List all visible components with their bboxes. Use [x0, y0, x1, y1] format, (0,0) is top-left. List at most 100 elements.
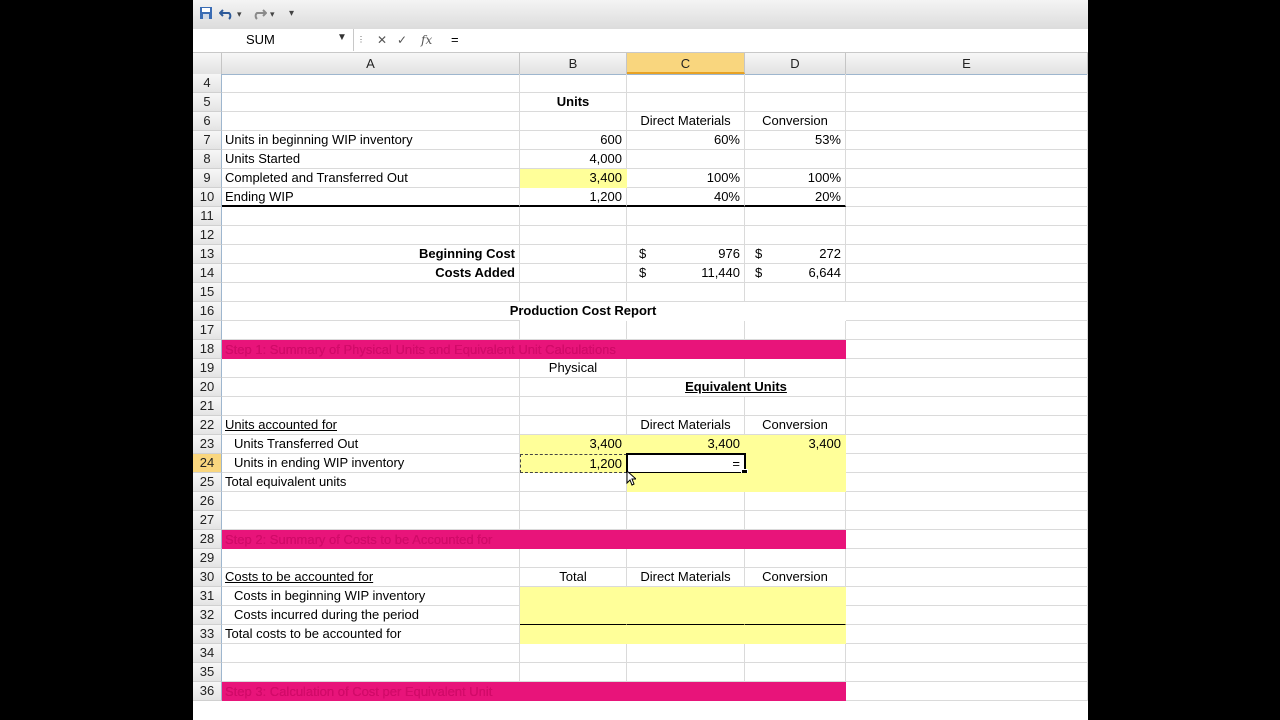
cell[interactable] — [520, 511, 627, 530]
row-header[interactable]: 26 — [193, 492, 222, 511]
cell[interactable] — [520, 606, 627, 625]
cell[interactable] — [745, 150, 846, 169]
cell[interactable] — [846, 587, 1088, 606]
cell[interactable] — [846, 340, 1088, 359]
cell[interactable] — [627, 359, 745, 378]
row-label[interactable]: Beginning Cost — [222, 245, 520, 264]
cell[interactable] — [222, 112, 520, 131]
row-header[interactable]: 23 — [193, 435, 222, 454]
row-label[interactable]: Units in beginning WIP inventory — [222, 131, 520, 150]
cell[interactable] — [846, 378, 1088, 397]
insert-function-icon[interactable]: fx — [421, 31, 432, 49]
row-label[interactable]: Ending WIP — [222, 188, 520, 207]
cell[interactable] — [627, 226, 745, 245]
direct-materials-header[interactable]: Direct Materials — [627, 112, 745, 131]
cell[interactable] — [222, 93, 520, 112]
cell[interactable] — [627, 511, 745, 530]
row-header[interactable]: 22 — [193, 416, 222, 435]
row-header[interactable]: 11 — [193, 207, 222, 226]
cell[interactable] — [846, 321, 1088, 340]
cell[interactable] — [222, 397, 520, 416]
cell-value[interactable]: 53% — [745, 131, 846, 150]
cell[interactable] — [627, 150, 745, 169]
name-box-value[interactable]: SUM — [246, 32, 275, 47]
equivalent-units-header[interactable]: Equivalent Units — [627, 378, 846, 397]
cell[interactable] — [745, 321, 846, 340]
cell[interactable] — [846, 245, 1088, 264]
select-all-corner[interactable] — [193, 53, 222, 74]
cell[interactable] — [520, 549, 627, 568]
cell[interactable] — [745, 397, 846, 416]
resize-handle-icon[interactable]: ⋮ — [357, 31, 365, 49]
conversion-header[interactable]: Conversion — [745, 568, 846, 587]
column-header-b[interactable]: B — [520, 53, 627, 74]
cell[interactable] — [846, 302, 1088, 321]
row-header[interactable]: 21 — [193, 397, 222, 416]
cell[interactable] — [627, 283, 745, 302]
row-header[interactable]: 31 — [193, 587, 222, 606]
physical-header[interactable]: Physical — [520, 359, 627, 378]
cell[interactable] — [627, 74, 745, 93]
cell[interactable] — [520, 226, 627, 245]
cell[interactable] — [520, 74, 627, 93]
cell[interactable] — [627, 587, 745, 606]
cell[interactable] — [222, 359, 520, 378]
cell[interactable] — [846, 74, 1088, 93]
cell-value[interactable]: 40% — [627, 188, 745, 207]
cell[interactable] — [745, 663, 846, 682]
cancel-icon[interactable]: ✕ — [377, 31, 387, 49]
cell[interactable] — [627, 397, 745, 416]
cell[interactable] — [745, 473, 846, 492]
cell[interactable] — [846, 416, 1088, 435]
row-label[interactable]: Units Transferred Out — [222, 435, 520, 454]
cell[interactable] — [846, 131, 1088, 150]
row-header[interactable]: 25 — [193, 473, 222, 492]
cell[interactable] — [520, 283, 627, 302]
cell-value[interactable]: 20% — [745, 188, 846, 207]
row-label[interactable]: Costs in beginning WIP inventory — [222, 587, 520, 606]
cell[interactable] — [520, 587, 627, 606]
cell[interactable] — [222, 511, 520, 530]
cell[interactable] — [846, 530, 1088, 549]
cell-value[interactable]: 100% — [627, 169, 745, 188]
row-label[interactable]: Units Started — [222, 150, 520, 169]
row-header[interactable]: 17 — [193, 321, 222, 340]
cell[interactable] — [222, 378, 520, 397]
cell[interactable] — [627, 549, 745, 568]
row-header-selected[interactable]: 24 — [193, 454, 222, 473]
cell[interactable] — [520, 245, 627, 264]
cell[interactable] — [745, 625, 846, 644]
row-header[interactable]: 28 — [193, 530, 222, 549]
cell-value[interactable]: 1,200 — [520, 454, 627, 473]
cell[interactable] — [745, 454, 846, 473]
cell[interactable] — [520, 397, 627, 416]
cell[interactable] — [745, 587, 846, 606]
cell[interactable] — [846, 264, 1088, 283]
currency-cell[interactable]: $6,644 — [745, 264, 846, 283]
row-header[interactable]: 36 — [193, 682, 222, 701]
cell[interactable] — [846, 150, 1088, 169]
cell[interactable] — [846, 549, 1088, 568]
cell[interactable] — [222, 283, 520, 302]
formula-input[interactable]: = — [451, 32, 459, 47]
cell[interactable] — [846, 454, 1088, 473]
customize-toolbar-icon[interactable]: ▾ — [289, 6, 294, 22]
cell[interactable] — [846, 93, 1088, 112]
row-header[interactable]: 30 — [193, 568, 222, 587]
cell-value[interactable]: 3,400 — [745, 435, 846, 454]
cell[interactable] — [846, 435, 1088, 454]
active-cell-text[interactable]: = — [732, 455, 740, 472]
cell[interactable] — [846, 568, 1088, 587]
cell[interactable] — [846, 473, 1088, 492]
cell-value[interactable]: 600 — [520, 131, 627, 150]
row-header[interactable]: 29 — [193, 549, 222, 568]
row-label[interactable]: Total equivalent units — [222, 473, 520, 492]
redo-icon[interactable] — [251, 6, 268, 22]
cell[interactable] — [222, 321, 520, 340]
cell[interactable] — [520, 378, 627, 397]
cell-value[interactable]: 4,000 — [520, 150, 627, 169]
cell[interactable] — [222, 644, 520, 663]
cell[interactable] — [520, 416, 627, 435]
cell[interactable] — [520, 207, 627, 226]
cell[interactable] — [222, 663, 520, 682]
